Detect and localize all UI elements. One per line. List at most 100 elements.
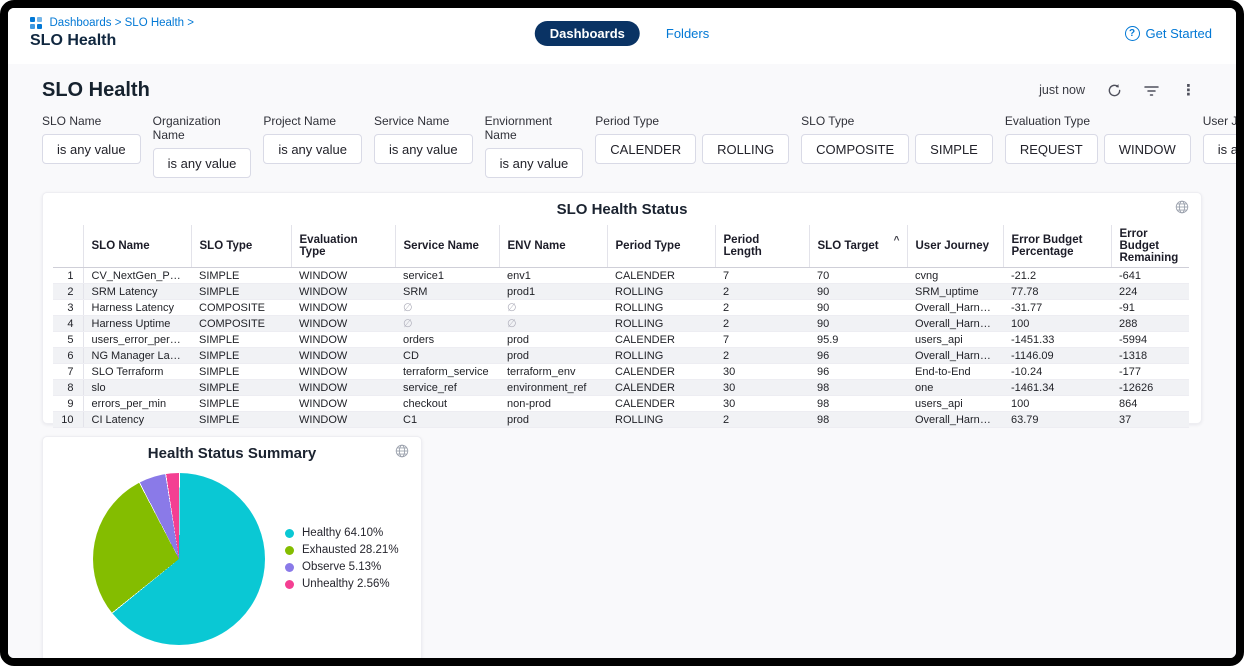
filter-group-organization-name: Organization Nameis any value: [153, 114, 252, 178]
table-cell: 2: [715, 284, 809, 300]
column-header[interactable]: Period Type: [607, 225, 715, 268]
filter-chip[interactable]: is any value: [374, 134, 473, 164]
table-cell: ∅: [395, 300, 499, 316]
pie-chart[interactable]: [93, 473, 265, 645]
breadcrumb-link[interactable]: Dashboards: [50, 17, 112, 29]
column-header[interactable]: Error Budget Remaining: [1111, 225, 1189, 268]
table-row[interactable]: 10CI LatencySIMPLEWINDOWC1prodROLLING298…: [53, 412, 1189, 428]
table-cell: prod: [499, 412, 607, 428]
filter-chip[interactable]: REQUEST: [1005, 134, 1098, 164]
table-cell: users_api: [907, 332, 1003, 348]
get-started-link[interactable]: ? Get Started: [1125, 26, 1212, 41]
column-header[interactable]: Service Name: [395, 225, 499, 268]
table-cell: CALENDER: [607, 380, 715, 396]
table-cell: -1146.09: [1003, 348, 1111, 364]
table-cell: 7: [715, 268, 809, 284]
filter-chips: is any value: [1203, 134, 1244, 164]
table-row[interactable]: 3Harness LatencyCOMPOSITEWINDOW∅∅ROLLING…: [53, 300, 1189, 316]
table-row[interactable]: 6NG Manager LatencySIMPLEWINDOWCDprodROL…: [53, 348, 1189, 364]
tab-folders[interactable]: Folders: [666, 21, 709, 46]
filter-chip[interactable]: is any value: [153, 148, 252, 178]
column-header[interactable]: SLO Target ^: [809, 225, 907, 268]
column-header[interactable]: ENV Name: [499, 225, 607, 268]
filter-group-service-name: Service Nameis any value: [374, 114, 473, 178]
breadcrumb-links: Dashboards > SLO Health >: [50, 17, 195, 29]
filter-label: Enviornment Name: [485, 114, 584, 142]
table-cell: 30: [715, 396, 809, 412]
table-cell: -1318: [1111, 348, 1189, 364]
filter-chip[interactable]: COMPOSITE: [801, 134, 909, 164]
filter-chips: REQUESTWINDOW: [1005, 134, 1191, 164]
sort-ascending-icon[interactable]: ^: [894, 235, 900, 246]
filter-chip[interactable]: CALENDER: [595, 134, 696, 164]
filter-chip[interactable]: is any value: [485, 148, 584, 178]
kebab-menu-icon[interactable]: ⋮: [1181, 81, 1196, 99]
filter-chip[interactable]: ROLLING: [702, 134, 789, 164]
globe-icon[interactable]: [1175, 200, 1189, 214]
column-header[interactable]: Evaluation Type: [291, 225, 395, 268]
filter-chip[interactable]: is any value: [1203, 134, 1244, 164]
tab-dashboards[interactable]: Dashboards: [535, 21, 640, 46]
column-header[interactable]: SLO Type: [191, 225, 291, 268]
breadcrumb-separator: >: [184, 17, 194, 29]
table-row[interactable]: 7SLO TerraformSIMPLEWINDOWterraform_serv…: [53, 364, 1189, 380]
table-row[interactable]: 4Harness UptimeCOMPOSITEWINDOW∅∅ROLLING2…: [53, 316, 1189, 332]
table-cell: 2: [715, 412, 809, 428]
table-cell: WINDOW: [291, 284, 395, 300]
table-title: SLO Health Status: [557, 201, 688, 218]
table-cell: one: [907, 380, 1003, 396]
column-header[interactable]: Period Length: [715, 225, 809, 268]
row-number: 6: [53, 348, 83, 364]
legend-item[interactable]: Healthy 64.10%: [285, 525, 399, 542]
table-row[interactable]: 2SRM LatencySIMPLEWINDOWSRMprod1ROLLING2…: [53, 284, 1189, 300]
filter-icon[interactable]: [1144, 84, 1159, 97]
legend-item[interactable]: Unhealthy 2.56%: [285, 576, 399, 593]
refresh-icon[interactable]: [1107, 83, 1122, 98]
filter-label: Project Name: [263, 114, 362, 128]
legend-dot: [285, 580, 294, 589]
table-cell: service1: [395, 268, 499, 284]
filter-chip[interactable]: SIMPLE: [915, 134, 993, 164]
dashboard-title: SLO Health: [42, 79, 150, 102]
filter-chip[interactable]: is any value: [263, 134, 362, 164]
table-row[interactable]: 9errors_per_minSIMPLEWINDOWcheckoutnon-p…: [53, 396, 1189, 412]
table-cell: WINDOW: [291, 268, 395, 284]
slo-health-status-panel: SLO Health Status SLO NameSLO TypeEvalua…: [42, 192, 1202, 424]
pie-title: Health Status Summary: [148, 445, 316, 462]
table-cell: CALENDER: [607, 268, 715, 284]
table-row[interactable]: 5users_error_per_minSIMPLEWINDOWorderspr…: [53, 332, 1189, 348]
table-cell: 98: [809, 396, 907, 412]
filter-chip[interactable]: WINDOW: [1104, 134, 1191, 164]
table-cell: 70: [809, 268, 907, 284]
row-number: 5: [53, 332, 83, 348]
table-cell: ROLLING: [607, 316, 715, 332]
table-cell: WINDOW: [291, 412, 395, 428]
table-row[interactable]: 1CV_NextGen_ProdSIMPLEWINDOWservice1env1…: [53, 268, 1189, 284]
globe-icon[interactable]: [395, 444, 409, 458]
column-header[interactable]: User Journey: [907, 225, 1003, 268]
row-number-header: [53, 225, 83, 268]
table-cell: 30: [715, 380, 809, 396]
column-header-label: SLO Target: [818, 240, 879, 252]
row-number: 4: [53, 316, 83, 332]
table-cell: 98: [809, 412, 907, 428]
table-cell: -1451.33: [1003, 332, 1111, 348]
column-header[interactable]: Error Budget Percentage: [1003, 225, 1111, 268]
legend-item[interactable]: Observe 5.13%: [285, 559, 399, 576]
table-cell: NG Manager Latency: [83, 348, 191, 364]
filter-group-project-name: Project Name is any value: [263, 114, 362, 178]
legend-item[interactable]: Exhausted 28.21%: [285, 542, 399, 559]
legend-label: Healthy 64.10%: [302, 525, 383, 542]
table-cell: ROLLING: [607, 412, 715, 428]
filter-label: Period Type: [595, 114, 789, 128]
table-cell: WINDOW: [291, 316, 395, 332]
table-cell: 98: [809, 380, 907, 396]
table-row[interactable]: 8sloSIMPLEWINDOWservice_refenvironment_r…: [53, 380, 1189, 396]
row-number: 1: [53, 268, 83, 284]
dashboard-toolbar: just now ⋮: [1039, 81, 1202, 99]
breadcrumb-link[interactable]: SLO Health: [125, 17, 184, 29]
filter-chip[interactable]: is any value: [42, 134, 141, 164]
filter-chips: CALENDERROLLING: [595, 134, 789, 164]
column-header[interactable]: SLO Name: [83, 225, 191, 268]
table-cell: 63.79: [1003, 412, 1111, 428]
